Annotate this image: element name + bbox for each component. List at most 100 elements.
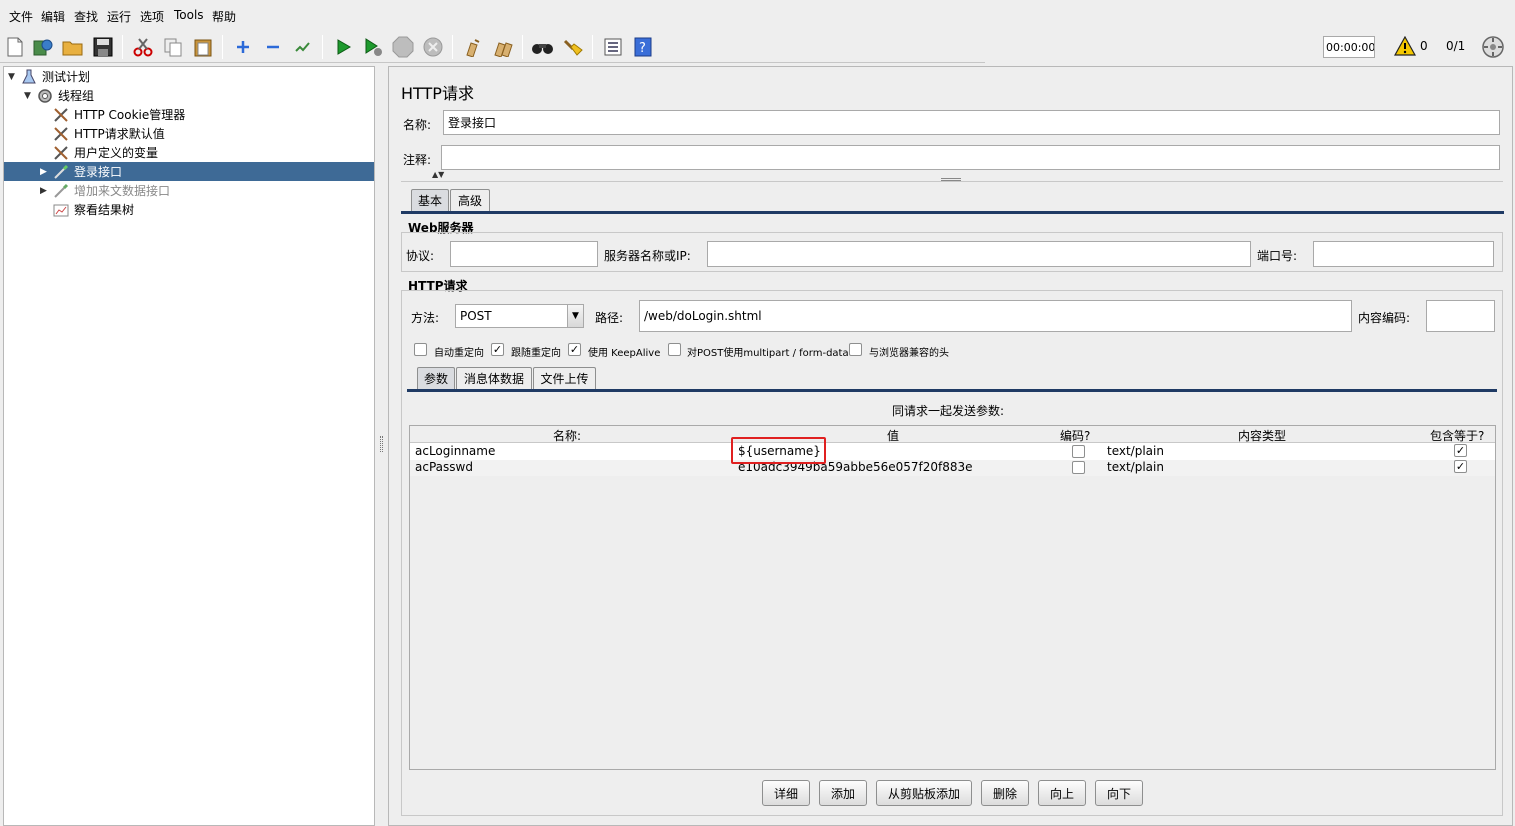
expand-arrow-icon[interactable]: ▶ [40,167,47,177]
toggle-icon[interactable] [290,34,316,60]
templates-icon[interactable] [30,34,56,60]
path-field[interactable]: /web/doLogin.shtml [639,300,1352,332]
keepalive-checkbox[interactable]: ✓ [568,343,581,356]
add-from-clipboard-button[interactable]: 从剪贴板添加 [876,780,972,806]
config-element-icon [52,106,70,124]
multipart-label: 对POST使用multipart / form-data [687,348,849,359]
table-row[interactable]: acPasswd e10adc3949ba59abbe56e057f20f883… [410,460,1495,476]
tree-item-login-api[interactable]: ▶ 登录接口 [4,162,374,181]
open-icon[interactable] [60,34,86,60]
search-icon[interactable] [530,34,556,60]
param-encode-checkbox[interactable] [1072,445,1085,458]
collapse-arrow-icon[interactable]: ▼ [24,91,31,101]
remote-status-icon[interactable] [1481,35,1505,62]
tab-advanced[interactable]: 高级 [450,189,490,211]
tree-item-thread-group[interactable]: ▼ 线程组 [4,86,374,105]
tree-item-test-plan[interactable]: ▼ 测试计划 [4,67,374,86]
toolbar-separator [592,35,593,59]
menu-file[interactable]: 文件 [9,8,33,25]
collapse-icon[interactable] [260,34,286,60]
expand-arrow-icon[interactable]: ▶ [40,186,47,196]
param-name[interactable]: acPasswd [415,460,473,474]
column-header-include-equals[interactable]: 包含等于? [1430,427,1484,444]
param-encode-checkbox[interactable] [1072,461,1085,474]
tree-item-user-variables[interactable]: 用户定义的变量 [4,143,374,162]
cut-icon[interactable] [130,34,156,60]
save-icon[interactable] [90,34,116,60]
auto-redirect-label: 自动重定向 [434,348,484,359]
highlight-box [731,437,826,464]
tree-item-request-defaults[interactable]: HTTP请求默认值 [4,124,374,143]
tree-item-cookie-manager[interactable]: HTTP Cookie管理器 [4,105,374,124]
warning-icon[interactable] [1393,35,1417,59]
comment-field[interactable] [441,145,1500,170]
parameters-table [409,425,1496,770]
detail-button[interactable]: 详细 [762,780,810,806]
follow-redirect-checkbox[interactable]: ✓ [491,343,504,356]
start-icon[interactable] [330,34,356,60]
column-header-name[interactable]: 名称: [553,427,581,444]
toolbar-separator [452,35,453,59]
tab-basic[interactable]: 基本 [411,189,449,211]
tab-body-data[interactable]: 消息体数据 [456,367,532,389]
tab-file-upload[interactable]: 文件上传 [533,367,596,389]
menu-bar: 文件 编辑 查找 运行 选项 Tools 帮助 [0,0,1515,30]
toolbar-separator [322,35,323,59]
column-header-value[interactable]: 值 [887,427,899,444]
thread-group-icon [36,87,54,105]
tree-item-results-tree[interactable]: 察看结果树 [4,200,374,219]
table-row[interactable]: acLoginname ${username} text/plain ✓ [410,443,1495,460]
start-no-pause-icon[interactable] [360,34,386,60]
name-field[interactable]: 登录接口 [443,110,1500,135]
new-icon[interactable] [2,34,28,60]
server-label: 服务器名称或IP: [604,249,691,263]
tab-parameters[interactable]: 参数 [417,367,455,389]
config-element-icon [52,144,70,162]
copy-icon[interactable] [160,34,186,60]
param-include-equals-checkbox[interactable]: ✓ [1454,460,1467,473]
menu-options[interactable]: 选项 [140,8,164,25]
param-content-type[interactable]: text/plain [1107,444,1164,458]
name-label: 名称: [403,118,432,132]
panel-splitter[interactable] [376,66,387,826]
delete-button[interactable]: 删除 [981,780,1029,806]
content-encoding-field[interactable] [1426,300,1495,332]
menu-run[interactable]: 运行 [107,8,131,25]
collapse-arrow-icon[interactable]: ▼ [8,72,15,82]
menu-search[interactable]: 查找 [74,8,98,25]
chevron-down-icon[interactable]: ▼ [567,305,583,327]
clear-icon[interactable] [460,34,486,60]
method-select[interactable]: POST ▼ [455,304,584,328]
stop-icon[interactable] [390,34,416,60]
help-icon[interactable]: ? [630,34,656,60]
menu-tools[interactable]: Tools [174,8,204,22]
divider-arrows-icon[interactable]: ▲▼ [432,170,444,179]
add-button[interactable]: 添加 [819,780,867,806]
follow-redirect-label: 跟随重定向 [511,348,561,359]
protocol-field[interactable] [450,241,598,267]
param-content-type[interactable]: text/plain [1107,460,1164,474]
auto-redirect-checkbox[interactable] [414,343,427,356]
tree-item-add-document-api[interactable]: ▶ 增加来文数据接口 [4,181,374,200]
reset-search-icon[interactable] [560,34,586,60]
function-helper-icon[interactable] [600,34,626,60]
move-down-button[interactable]: 向下 [1095,780,1143,806]
collapsible-divider[interactable]: ▲▼ [401,170,1503,182]
test-plan-icon [20,68,38,86]
paste-icon[interactable] [190,34,216,60]
clear-all-icon[interactable] [490,34,516,60]
server-field[interactable] [707,241,1251,267]
move-up-button[interactable]: 向上 [1038,780,1086,806]
toolbar: ? 00:00:00 0 0/1 [0,30,1515,64]
port-field[interactable] [1313,241,1494,267]
browser-headers-checkbox[interactable] [849,343,862,356]
param-include-equals-checkbox[interactable]: ✓ [1454,444,1467,457]
column-header-content-type[interactable]: 内容类型 [1238,427,1286,444]
multipart-checkbox[interactable] [668,343,681,356]
param-name[interactable]: acLoginname [415,444,495,458]
menu-help[interactable]: 帮助 [212,8,236,25]
expand-icon[interactable] [230,34,256,60]
column-header-encode[interactable]: 编码? [1060,427,1090,444]
shutdown-icon[interactable] [420,34,446,60]
menu-edit[interactable]: 编辑 [41,8,65,25]
